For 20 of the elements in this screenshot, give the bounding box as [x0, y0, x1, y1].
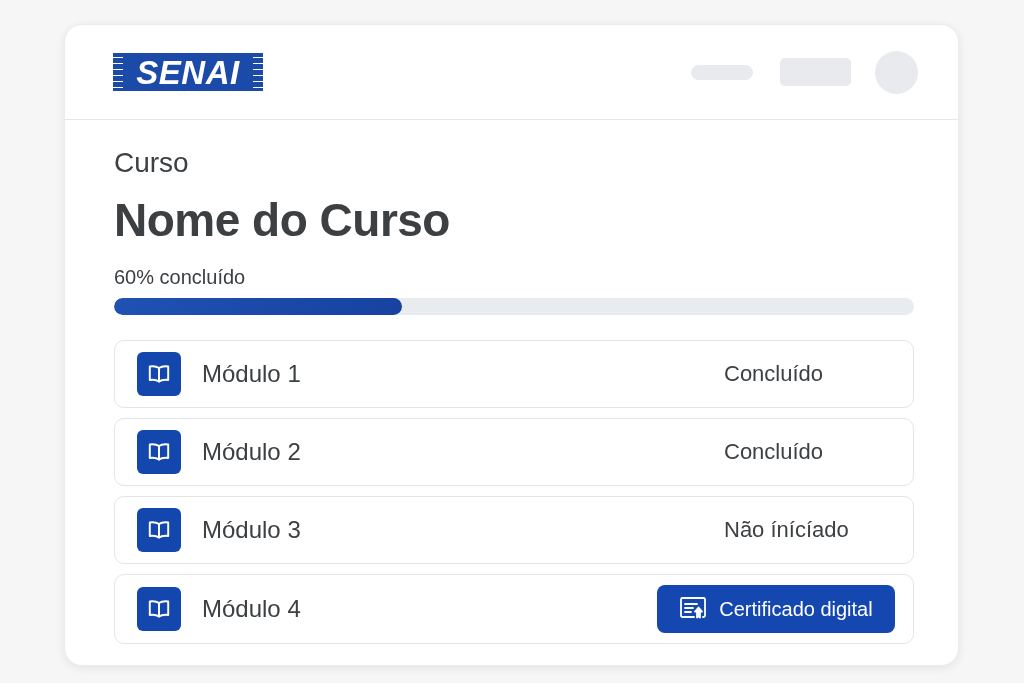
module-row[interactable]: Módulo 1 Concluído: [114, 340, 914, 408]
book-icon: [137, 352, 181, 396]
book-icon: [137, 430, 181, 474]
book-icon: [137, 508, 181, 552]
module-title: Módulo 2: [202, 438, 301, 466]
status-text: Concluído: [724, 438, 824, 464]
book-icon: [137, 587, 181, 631]
module-title: Módulo 4: [202, 595, 301, 623]
module-row[interactable]: Módulo 2 Concluído: [114, 418, 914, 486]
status-text: Concluído: [724, 360, 824, 386]
status-text: Não ínícíado: [724, 516, 849, 542]
module-title: Módulo 3: [202, 516, 301, 544]
module-row[interactable]: Módulo 3 Não ínícíado: [114, 496, 914, 564]
course-title: Nome do Curso: [114, 194, 450, 246]
module-row[interactable]: Módulo 4 Certificado digital: [114, 574, 914, 644]
course-label: Curso: [114, 147, 189, 178]
progress-label: 60% concluído: [114, 266, 246, 288]
logo: SENAI: [113, 53, 263, 91]
module-title: Módulo 1: [202, 360, 301, 388]
certificate-button[interactable]: Certificado digital: [657, 585, 895, 633]
